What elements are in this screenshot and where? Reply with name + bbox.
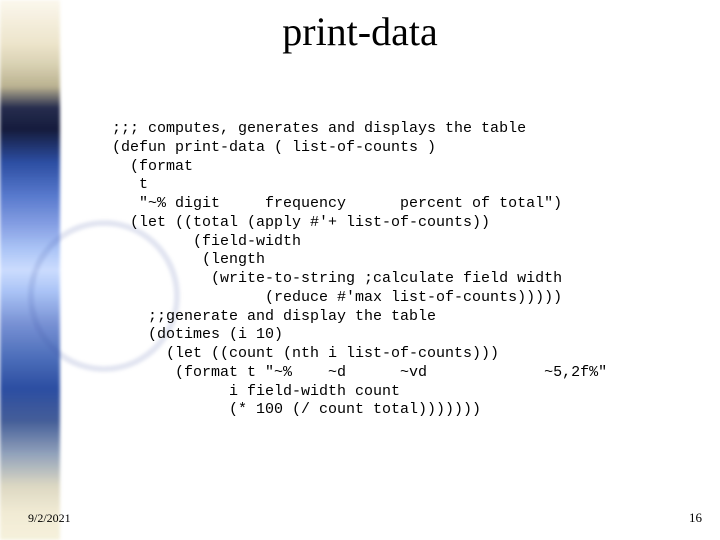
code-block: ;;; computes, generates and displays the… [112,120,607,420]
slide-title: print-data [0,8,720,55]
slide: print-data ;;; computes, generates and d… [0,0,720,540]
footer-page-number: 16 [689,510,702,526]
left-accent-graphic [0,0,60,540]
footer-date: 9/2/2021 [28,511,71,526]
